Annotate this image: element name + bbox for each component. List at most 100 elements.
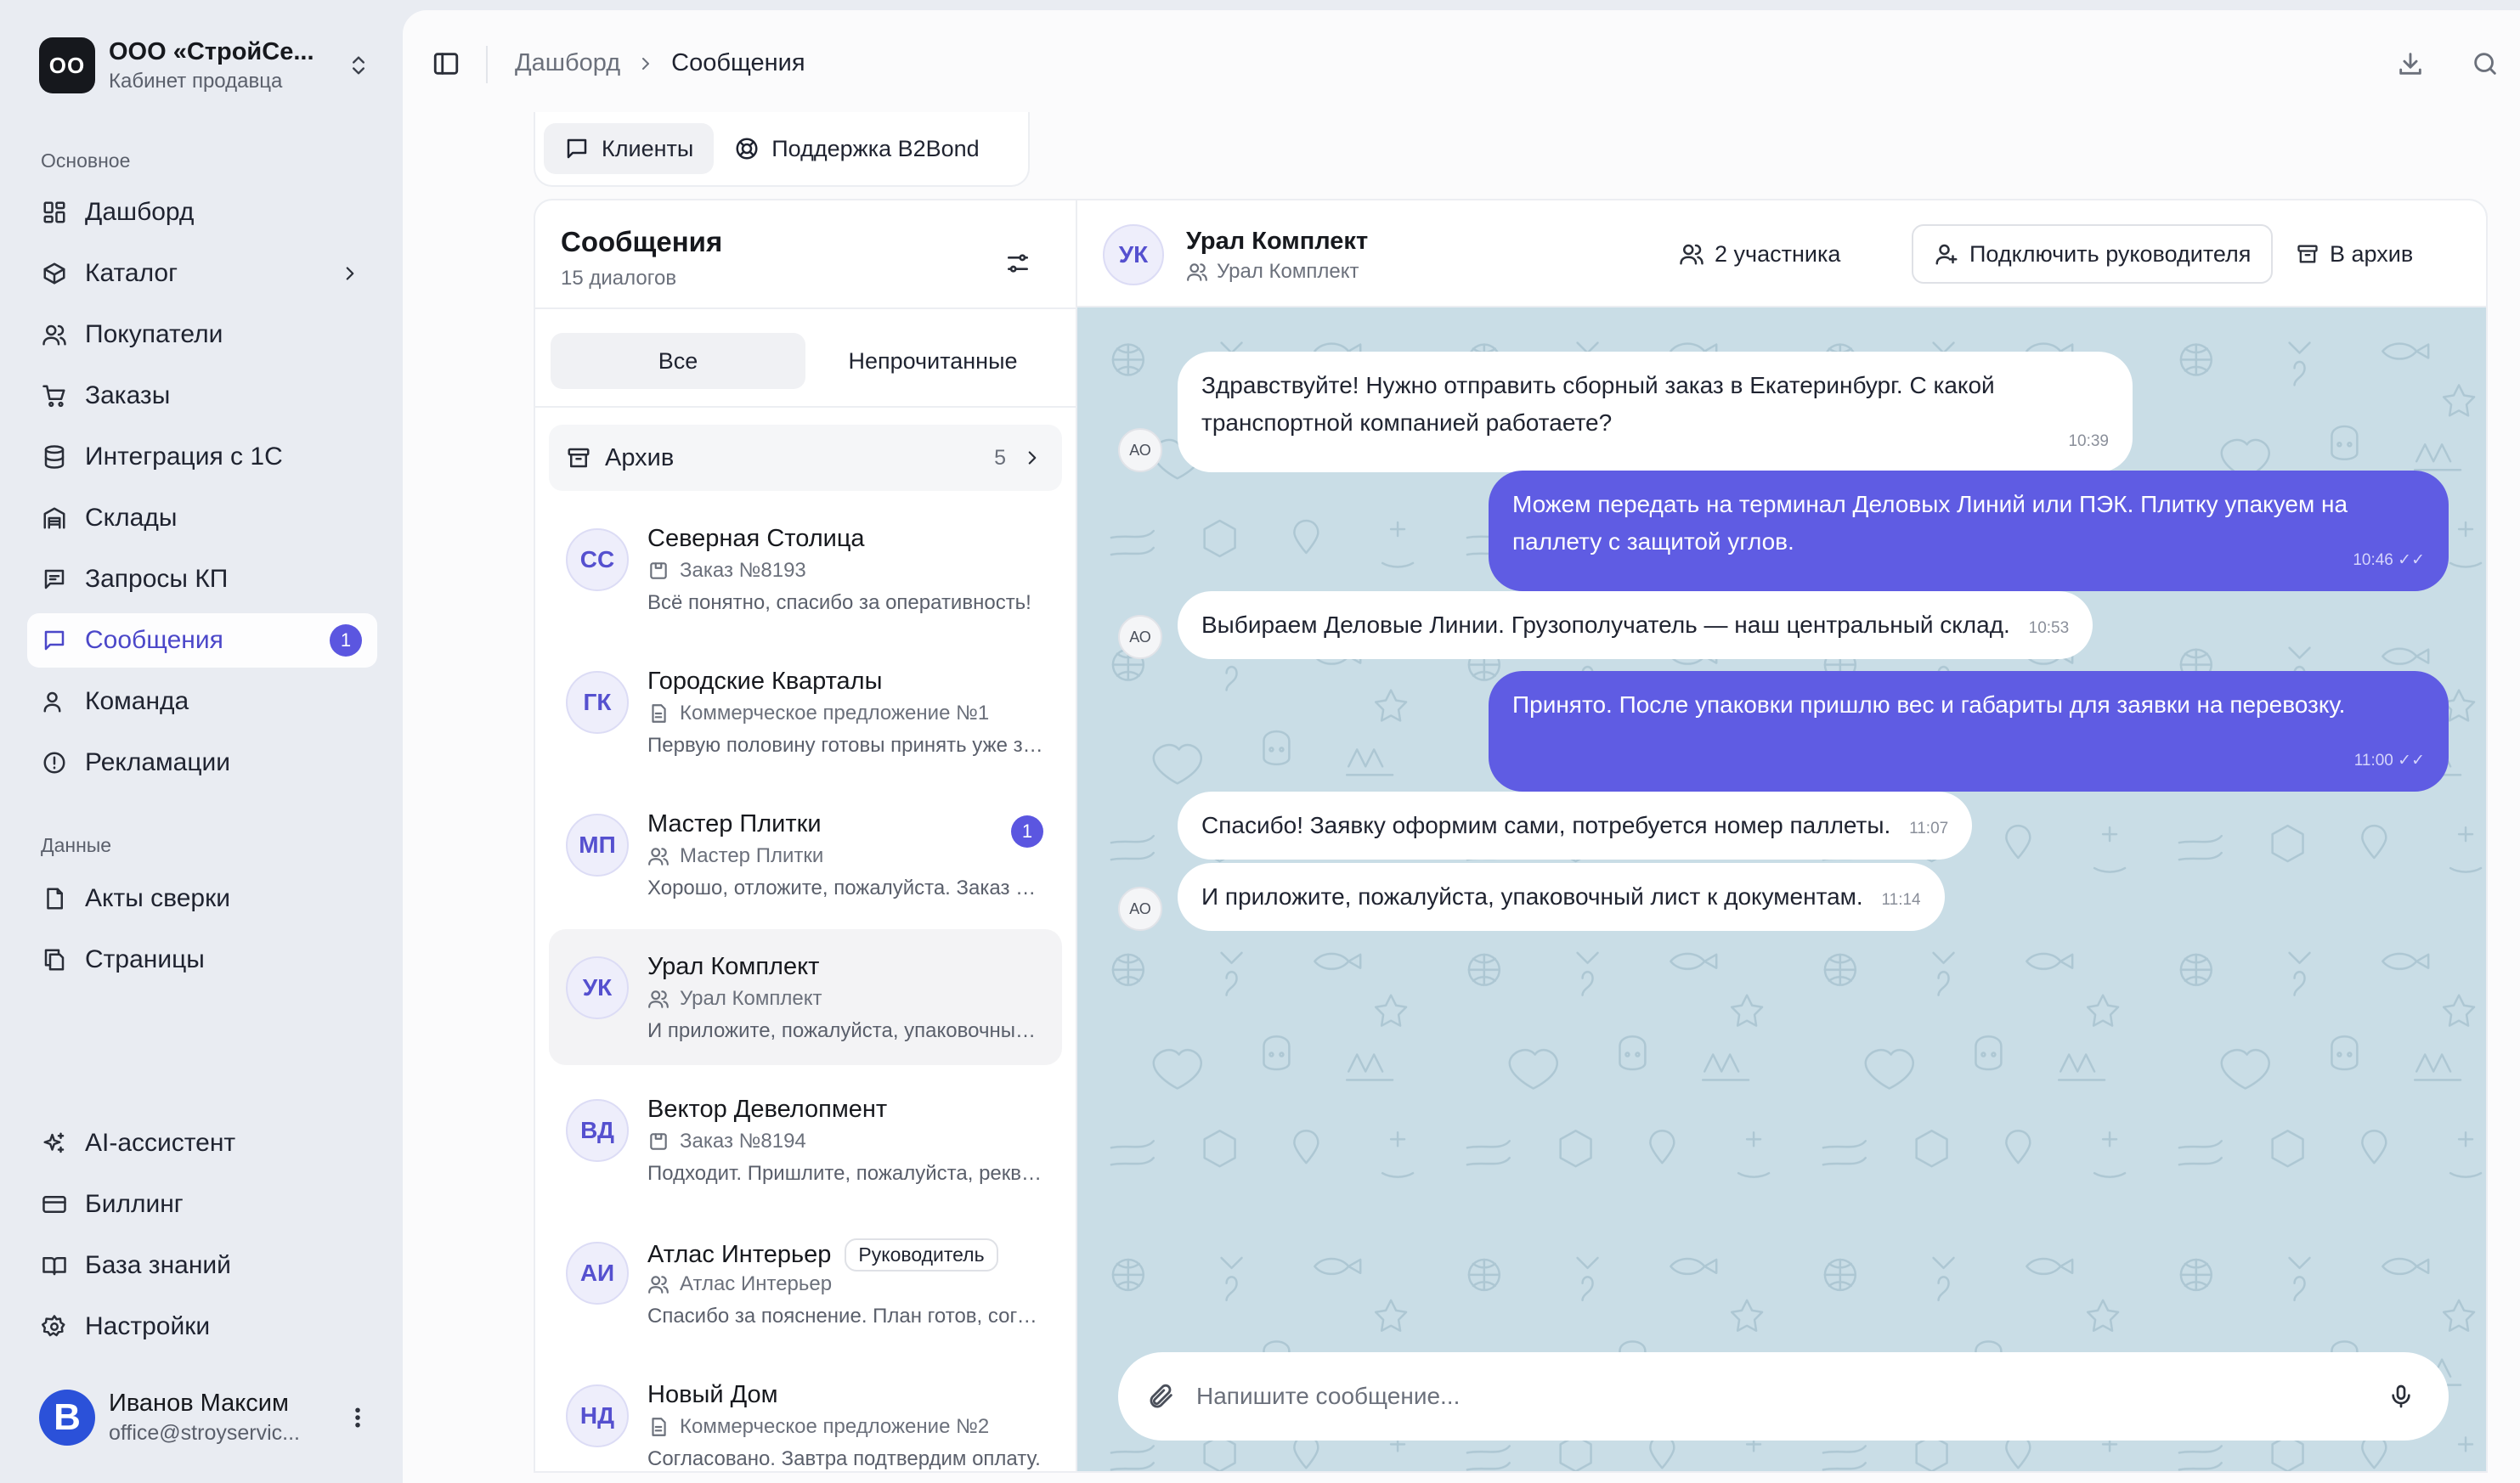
sidebar-item-label: Рекламации: [85, 748, 231, 776]
sender-avatar: АО: [1118, 428, 1162, 472]
filter-unread-button[interactable]: Непрочитанные: [805, 333, 1060, 389]
sidebar-item-ai-assistant[interactable]: AI-ассистент: [27, 1116, 377, 1170]
section-label-data: Данные: [41, 834, 112, 856]
sidebar-item-label: Запросы КП: [85, 565, 229, 593]
conversation-list: Сообщения 15 диалогов Все Непрочитанные …: [534, 199, 1076, 1473]
book-icon: [39, 1250, 70, 1281]
conversation-preview: Подходит. Пришлите, пожалуйста, реквизит…: [647, 1162, 1047, 1185]
lifebuoy-icon: [734, 136, 760, 161]
sidebar-item-warehouses[interactable]: Склады: [27, 491, 377, 545]
microphone-icon[interactable]: [2387, 1383, 2415, 1410]
sparkles-icon: [39, 1128, 70, 1159]
users-icon: [647, 845, 670, 867]
more-vertical-icon[interactable]: [345, 1405, 370, 1430]
sidebar-item-messages[interactable]: Сообщения 1: [27, 613, 377, 668]
chat-panel: УК Урал Комплект Урал Комплект 2 участни…: [1076, 199, 2488, 1473]
conversation-item[interactable]: ВД Вектор Девелопмент Заказ №8194 Подход…: [549, 1072, 1062, 1208]
message-bubble: Выбираем Деловые Линии. Грузополучатель …: [1178, 591, 2093, 659]
sidebar-item-settings[interactable]: Настройки: [27, 1300, 377, 1354]
order-icon: [647, 1131, 670, 1153]
sidebar-item-team[interactable]: Команда: [27, 674, 377, 729]
conversation-item[interactable]: ГК Городские Кварталы Коммерческое предл…: [549, 644, 1062, 780]
conversation-name: Атлас Интерьер: [647, 1241, 832, 1268]
conversation-meta: Коммерческое предложение №2: [680, 1415, 990, 1438]
sidebar-item-orders[interactable]: Заказы: [27, 369, 377, 423]
tab-label: Клиенты: [602, 135, 694, 161]
sidebar-item-knowledge-base[interactable]: База знаний: [27, 1238, 377, 1293]
chat-subtitle: Урал Комплект: [1217, 260, 1359, 283]
filter-all-button[interactable]: Все: [551, 333, 805, 389]
sidebar-item-label: Заказы: [85, 381, 171, 409]
sidebar-item-label: Интеграция с 1С: [85, 443, 283, 471]
conversation-preview: Согласовано. Завтра подтвердим оплату.: [647, 1447, 1041, 1470]
filter-icon[interactable]: [1004, 250, 1031, 277]
user-profile[interactable]: B Иванов Максим office@stroyservic...: [39, 1386, 370, 1449]
message-time: 10:39: [2068, 432, 2109, 450]
paperclip-icon[interactable]: [1147, 1382, 1176, 1411]
message-time: 11:07: [1909, 820, 1949, 837]
topbar: Дашборд Сообщения: [403, 10, 2520, 119]
archive-icon: [566, 445, 591, 471]
list-title: Сообщения: [561, 226, 723, 257]
search-icon[interactable]: [2471, 49, 2500, 78]
message-incoming: АО Здравствуйте! Нужно отправить сборный…: [1118, 352, 2133, 472]
file-icon: [647, 1416, 670, 1438]
sidebar-item-claims[interactable]: Рекламации: [27, 736, 377, 790]
conversation-meta: Заказ №8193: [680, 559, 806, 582]
archive-button[interactable]: В архив: [2275, 224, 2433, 284]
conversation-preview: Всё понятно, спасибо за оперативность!: [647, 591, 1031, 614]
tab-support[interactable]: Поддержка B2Bond: [714, 123, 999, 174]
sidebar-item-label: Каталог: [85, 259, 178, 287]
conversation-item[interactable]: НД Новый Дом Коммерческое предложение №2…: [549, 1357, 1062, 1471]
sidebar-item-label: Склады: [85, 504, 178, 532]
breadcrumb-parent[interactable]: Дашборд: [515, 49, 620, 77]
download-icon[interactable]: [2396, 49, 2425, 78]
sidebar-item-requests[interactable]: Запросы КП: [27, 552, 377, 606]
sidebar-item-integration[interactable]: Интеграция с 1С: [27, 430, 377, 484]
participants-button[interactable]: 2 участника: [1658, 224, 1861, 284]
conversation-item[interactable]: МП Мастер Плитки 1 Мастер Плитки Хорошо,…: [549, 787, 1062, 922]
users-icon: [1186, 261, 1208, 283]
sidebar-item-reconciliation[interactable]: Акты сверки: [27, 871, 377, 926]
conversation-preview: И приложите, пожалуйста, упаковочный лис…: [647, 1019, 1047, 1042]
chevron-up-down-icon: [347, 54, 370, 77]
archive-row[interactable]: Архив 5: [549, 425, 1062, 491]
order-icon: [647, 560, 670, 582]
message-text: И приложите, пожалуйста, упаковочный лис…: [1201, 883, 1863, 910]
avatar: МП: [566, 814, 629, 877]
conversation-item-selected[interactable]: УК Урал Комплект Урал Комплект И приложи…: [549, 929, 1062, 1065]
main-panel: Дашборд Сообщения Клиенты Поддержка B2Bo…: [403, 10, 2520, 1483]
participants-label: 2 участника: [1715, 240, 1841, 267]
message-text: Спасибо! Заявку оформим сами, потребуетс…: [1201, 812, 1891, 838]
chat-icon: [564, 136, 590, 161]
connect-manager-button[interactable]: Подключить руководителя: [1912, 224, 2274, 284]
conversation-item[interactable]: СС Северная Столица Заказ №8193 Всё поня…: [549, 501, 1062, 637]
avatar: УК: [1103, 224, 1164, 285]
message-input[interactable]: [1196, 1383, 2387, 1410]
conversation-name: Мастер Плитки: [647, 810, 822, 837]
archive-label: Архив: [605, 443, 675, 471]
message-text: Выбираем Деловые Линии. Грузополучатель …: [1201, 612, 2010, 638]
avatar: СС: [566, 528, 629, 591]
sidebar-item-catalog[interactable]: Каталог: [27, 246, 377, 301]
conversation-item[interactable]: АИ Атлас Интерьер Руководитель Атлас Инте…: [549, 1215, 1062, 1350]
org-name: ООО «СтройСе...: [109, 37, 314, 65]
sidebar-item-customers[interactable]: Покупатели: [27, 307, 377, 362]
conversation-name: Новый Дом: [647, 1381, 778, 1408]
message-time-value: 10:46: [2353, 551, 2393, 569]
tab-clients[interactable]: Клиенты: [544, 123, 715, 174]
org-switcher[interactable]: OO ООО «СтройСе... Кабинет продавца: [39, 34, 370, 97]
message-bubble: Спасибо! Заявку оформим сами, потребуетс…: [1178, 792, 1973, 860]
pages-icon: [39, 944, 70, 975]
sidebar-item-pages[interactable]: Страницы: [27, 933, 377, 987]
breadcrumb-current: Сообщения: [671, 49, 805, 76]
sidebar-item-label: Страницы: [85, 945, 205, 973]
sidebar-toggle-icon[interactable]: [432, 49, 460, 78]
box-icon: [39, 258, 70, 289]
sidebar-item-dashboard[interactable]: Дашборд: [27, 185, 377, 240]
message-time: 10:53: [2028, 619, 2070, 637]
sidebar-item-billing[interactable]: Биллинг: [27, 1177, 377, 1232]
message-text: Принято. После упаковки пришлю вес и габ…: [1512, 691, 2346, 718]
org-logo: OO: [39, 37, 95, 93]
filter-segmented-control: Все Непрочитанные: [551, 333, 1060, 389]
